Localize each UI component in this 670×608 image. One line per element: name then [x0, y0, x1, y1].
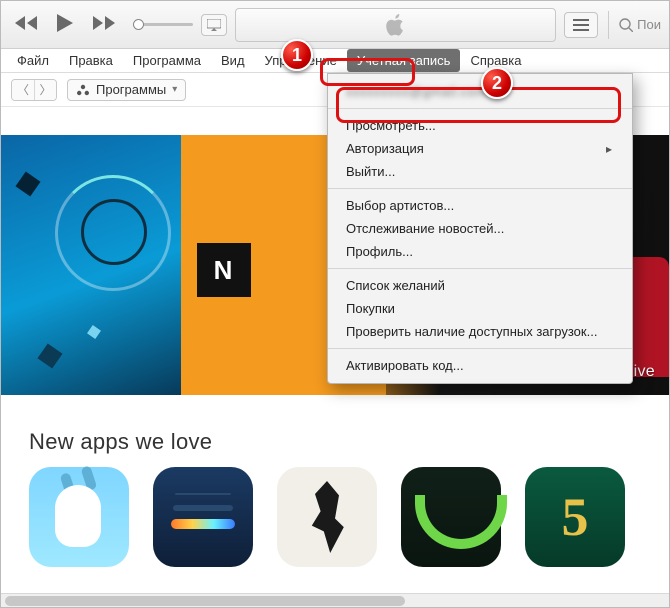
menu-bar: Файл Правка Программа Вид Управление Уче… [1, 49, 669, 73]
dropdown-separator [328, 188, 632, 189]
hero-tile-left[interactable] [1, 135, 181, 395]
menu-view[interactable]: Вид [211, 49, 255, 72]
chevron-updown-icon: ▾ [172, 84, 177, 95]
app-tile-5[interactable] [525, 467, 625, 567]
category-label: Программы [96, 82, 166, 97]
account-dropdown: xxxxxxxxx@gmail.com Просмотреть... Автор… [327, 73, 633, 384]
apple-icon [385, 13, 407, 37]
dropdown-separator [328, 108, 632, 109]
list-icon [573, 19, 589, 31]
annotation-badge-1: 1 [281, 39, 313, 71]
now-playing-lcd [235, 8, 556, 42]
category-selector[interactable]: Программы ▾ [67, 79, 186, 101]
dropdown-news-tracking[interactable]: Отслеживание новостей... [328, 217, 632, 240]
submenu-chevron-icon: ▸ [606, 142, 612, 156]
rewind-icon [15, 16, 37, 30]
section-title: New apps we love [1, 407, 669, 467]
dropdown-purchases[interactable]: Покупки [328, 297, 632, 320]
divider [608, 11, 609, 39]
dropdown-check-downloads[interactable]: Проверить наличие доступных загрузок... [328, 320, 632, 343]
dropdown-wishlist[interactable]: Список желаний [328, 274, 632, 297]
app-tile-1[interactable] [29, 467, 129, 567]
dropdown-choose-artists[interactable]: Выбор артистов... [328, 194, 632, 217]
horizontal-scrollbar[interactable] [1, 593, 669, 607]
prev-track-button[interactable] [9, 12, 43, 37]
dropdown-redeem-code[interactable]: Активировать код... [328, 354, 632, 377]
dropdown-authorization-label: Авторизация [346, 141, 424, 156]
dropdown-separator [328, 348, 632, 349]
annotation-badge-2: 2 [481, 67, 513, 99]
play-button[interactable] [51, 10, 79, 39]
search-icon [619, 18, 633, 32]
dropdown-profile[interactable]: Профиль... [328, 240, 632, 263]
search-placeholder: Пои [637, 17, 661, 32]
apps-category-icon [76, 83, 90, 97]
airplay-button[interactable] [201, 14, 227, 36]
app-tile-4[interactable] [401, 467, 501, 567]
forward-icon [93, 16, 115, 30]
volume-slider[interactable] [133, 23, 193, 26]
hero-logo-badge: N [197, 243, 251, 297]
menu-account[interactable]: Учетная запись [347, 49, 461, 72]
app-row [1, 467, 669, 567]
dropdown-separator [328, 268, 632, 269]
player-bar: Пои [1, 1, 669, 49]
menu-edit[interactable]: Правка [59, 49, 123, 72]
airplay-icon [207, 19, 221, 31]
dropdown-account-email[interactable]: xxxxxxxxx@gmail.com [328, 80, 632, 103]
nav-back-forward: 〈 〉 [11, 79, 57, 101]
menu-file[interactable]: Файл [7, 49, 59, 72]
nav-forward-button[interactable]: 〉 [34, 80, 56, 100]
volume-knob[interactable] [133, 19, 144, 30]
next-track-button[interactable] [87, 12, 121, 37]
search-field[interactable]: Пои [619, 17, 661, 32]
scrollbar-thumb[interactable] [5, 596, 405, 606]
view-selector-button[interactable] [564, 12, 598, 38]
play-icon [57, 14, 73, 32]
player-right-cluster: Пои [564, 11, 661, 39]
app-tile-2[interactable] [153, 467, 253, 567]
account-email-text: xxxxxxxxx@gmail.com [346, 84, 486, 99]
app-tile-3[interactable] [277, 467, 377, 567]
dropdown-sign-out[interactable]: Выйти... [328, 160, 632, 183]
dropdown-view-account[interactable]: Просмотреть... [328, 114, 632, 137]
dropdown-authorization[interactable]: Авторизация ▸ [328, 137, 632, 160]
menu-program[interactable]: Программа [123, 49, 211, 72]
nav-back-button[interactable]: 〈 [12, 80, 34, 100]
